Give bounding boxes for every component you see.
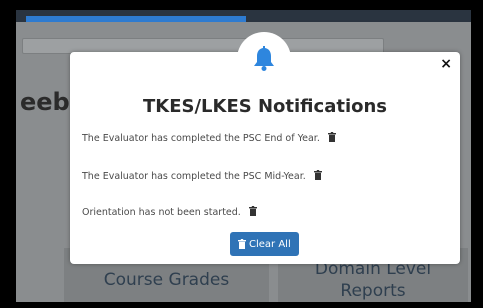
notification-text: The Evaluator has completed the PSC End … bbox=[82, 133, 320, 144]
background-heading: eeb bbox=[20, 88, 70, 116]
notification-item: Orientation has not been started. bbox=[82, 206, 257, 219]
close-icon[interactable]: × bbox=[440, 56, 452, 72]
notification-text: Orientation has not been started. bbox=[82, 207, 241, 218]
bell-badge bbox=[237, 32, 291, 86]
domain-level-reports-line2: Reports bbox=[340, 281, 406, 301]
clear-all-button[interactable]: Clear All bbox=[230, 232, 299, 256]
course-grades-label: Course Grades bbox=[103, 270, 230, 290]
browser-top-bar bbox=[16, 10, 471, 22]
notification-text: The Evaluator has completed the PSC Mid-… bbox=[82, 171, 306, 182]
bell-icon bbox=[254, 46, 274, 71]
trash-icon[interactable] bbox=[248, 206, 257, 219]
clear-all-label: Clear All bbox=[249, 238, 291, 250]
monitor-frame: eeb Course Grades Domain Level Reports ×… bbox=[0, 0, 483, 308]
trash-icon[interactable] bbox=[327, 132, 336, 145]
notification-item: The Evaluator has completed the PSC End … bbox=[82, 132, 336, 145]
modal-title: TKES/LKES Notifications bbox=[142, 96, 388, 117]
trash-icon[interactable] bbox=[313, 170, 322, 183]
notification-item: The Evaluator has completed the PSC Mid-… bbox=[82, 170, 322, 183]
domain-level-reports-label: Domain Level Reports bbox=[278, 258, 468, 302]
progress-accent-bar bbox=[26, 16, 246, 22]
trash-icon bbox=[238, 239, 246, 249]
